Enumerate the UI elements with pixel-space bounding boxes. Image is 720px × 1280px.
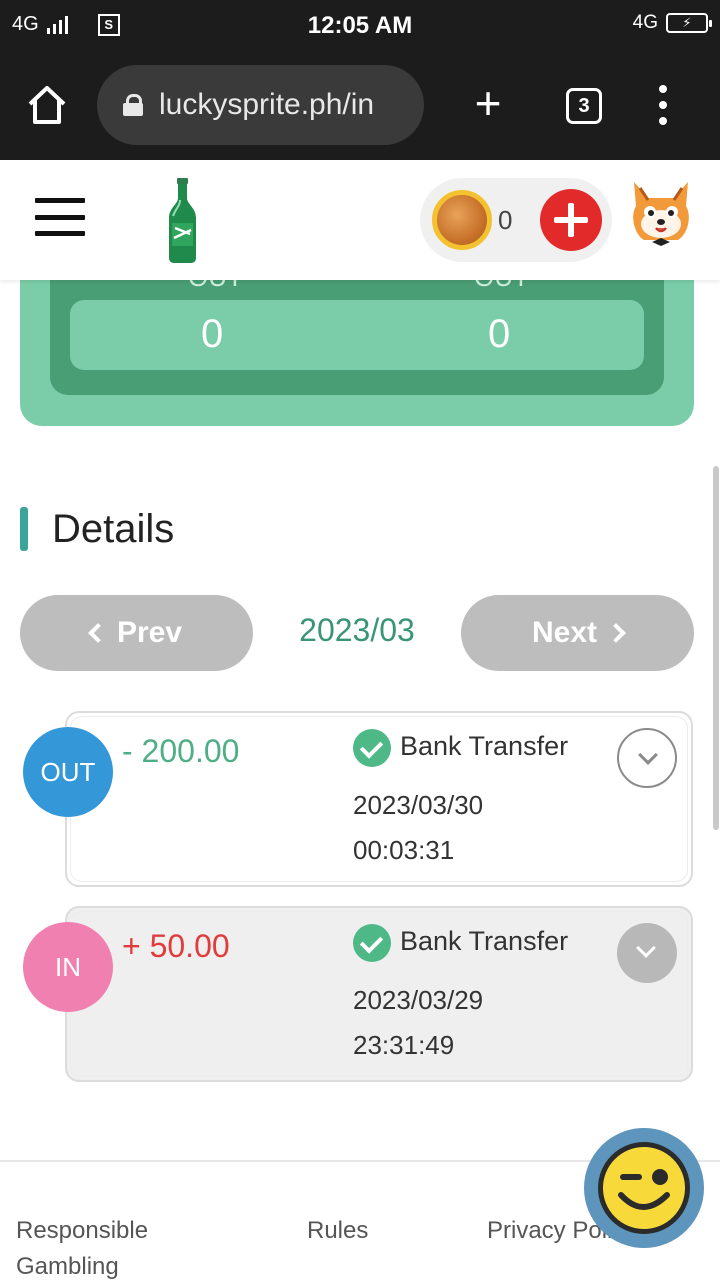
footer-link-responsible-gambling[interactable]: Responsible Gambling <box>16 1213 196 1280</box>
transaction-date: 2023/03/29 <box>353 985 484 1015</box>
chevron-down-icon <box>636 938 656 958</box>
browser-toolbar: luckysprite.ph/in + 3 <box>0 50 720 160</box>
status-right: 4G ⚡ <box>632 12 712 34</box>
transaction-date: 2023/03/30 <box>353 790 484 820</box>
expand-button[interactable] <box>617 923 677 983</box>
deposit-button[interactable] <box>540 189 602 251</box>
next-label: Next <box>531 616 598 649</box>
page-title: Details <box>52 506 175 551</box>
summary-value-left: 0 <box>201 312 224 356</box>
check-circle-icon <box>353 924 391 962</box>
tab-switcher-button[interactable]: 3 <box>566 88 602 124</box>
scrollbar[interactable] <box>713 466 719 830</box>
coin-icon <box>432 190 492 250</box>
direction-badge-in: IN <box>23 922 113 1012</box>
network-type-right: 4G <box>632 12 658 33</box>
footer-link-rules[interactable]: Rules <box>307 1213 368 1249</box>
current-month: 2023/03 <box>299 612 415 648</box>
home-icon[interactable] <box>24 82 70 128</box>
next-button[interactable]: Next <box>461 595 694 671</box>
direction-badge-out: OUT <box>23 727 113 817</box>
transaction-method: Bank Transfer <box>400 926 569 956</box>
wallet-balance: 0 <box>420 178 612 262</box>
lock-icon <box>123 94 143 116</box>
site-header: 0 <box>0 160 720 280</box>
chat-button[interactable] <box>584 1128 704 1248</box>
heading-accent-bar <box>20 507 28 551</box>
prev-button[interactable]: Prev <box>20 595 253 671</box>
more-vert-icon[interactable] <box>656 85 670 125</box>
transaction-method: Bank Transfer <box>400 731 569 761</box>
sprite-bottle-logo[interactable] <box>160 178 205 263</box>
balance-amount: 0 <box>498 205 513 235</box>
summary-values: 0 0 <box>70 300 644 370</box>
new-tab-button[interactable]: + <box>468 80 508 130</box>
address-bar[interactable]: luckysprite.ph/in <box>97 65 424 145</box>
summary-inner: OUT OUT 0 0 <box>50 262 664 395</box>
transaction-time: 00:03:31 <box>353 835 455 865</box>
transaction-time: 23:31:49 <box>353 1030 455 1060</box>
transaction-amount: + 50.00 <box>122 928 230 964</box>
summary-value-right: 0 <box>488 312 511 356</box>
chevron-right-icon <box>606 623 626 643</box>
transaction-amount: - 200.00 <box>122 733 240 769</box>
chevron-down-icon <box>638 745 658 765</box>
smiley-chat-icon <box>598 1142 690 1234</box>
prev-label: Prev <box>116 616 183 649</box>
fox-avatar[interactable] <box>626 178 696 250</box>
chevron-left-icon <box>88 623 108 643</box>
hamburger-icon[interactable] <box>35 198 85 236</box>
status-bar: 4G S 12:05 AM 4G ⚡ <box>0 0 720 50</box>
clock: 12:05 AM <box>307 12 413 39</box>
check-circle-icon <box>353 729 391 767</box>
expand-button[interactable] <box>617 728 677 788</box>
url-text: luckysprite.ph/in <box>159 88 375 121</box>
summary-card: OUT OUT 0 0 <box>20 262 694 426</box>
details-heading: Details <box>20 506 174 552</box>
battery-icon: ⚡ <box>666 13 712 33</box>
